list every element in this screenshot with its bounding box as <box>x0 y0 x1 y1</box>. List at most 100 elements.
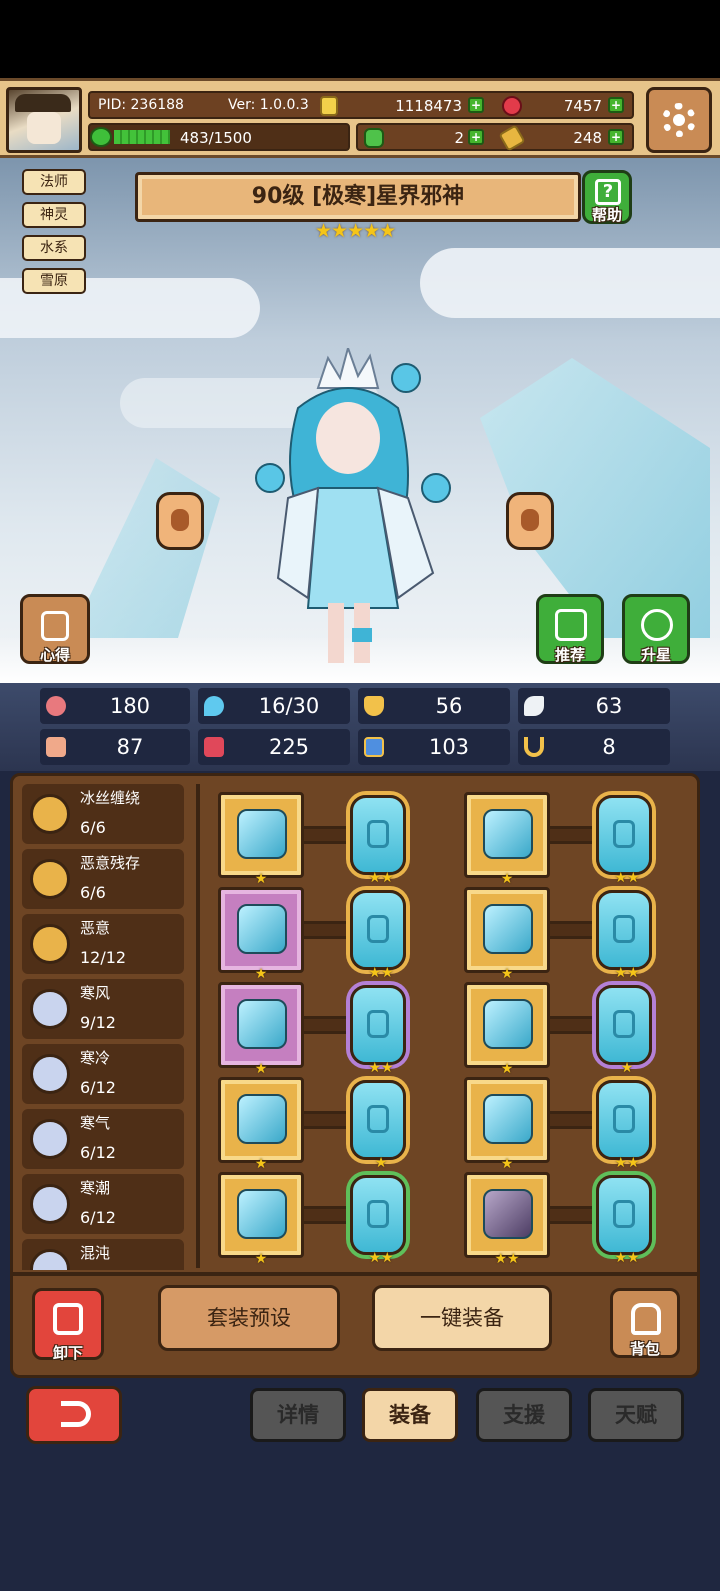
set-medal-icon <box>30 1054 70 1094</box>
gem-slot[interactable]: ★★ <box>350 1175 406 1266</box>
set-item[interactable]: 寒风 9/12 <box>22 979 184 1039</box>
player-avatar[interactable] <box>6 87 82 153</box>
question-icon: ? <box>595 179 621 205</box>
set-medal-icon <box>30 1119 70 1159</box>
hero-stats: 180 16/30 56 63 87 225 103 8 <box>0 683 720 771</box>
stat-luck: 8 <box>518 729 670 765</box>
gem-slot[interactable]: ★★ <box>350 890 406 981</box>
stat-defense: 56 <box>358 688 510 724</box>
insight-button[interactable]: 心得 <box>20 594 90 664</box>
set-bonus-list[interactable]: 冰丝缠绕 6/6 恶意残存 6/6 恶意 12/12 寒风 9/12 寒冷 6/12 寒气… <box>22 784 188 1270</box>
rune-left-icon[interactable] <box>156 492 204 550</box>
star-icon <box>641 609 673 641</box>
equip-slot-boots[interactable]: ★★ <box>464 1172 550 1267</box>
hood-icon <box>483 809 533 859</box>
gem-slot[interactable]: ★★ <box>596 1175 652 1266</box>
tag-mage: 法师 <box>22 169 86 195</box>
game-version: Ver: 1.0.0.3 <box>228 97 309 113</box>
back-button[interactable] <box>26 1386 122 1444</box>
robe-icon <box>483 904 533 954</box>
set-item[interactable]: 寒冷 6/12 <box>22 1044 184 1104</box>
equip-slot-gloves[interactable]: ★ <box>464 982 550 1077</box>
tag-deity: 神灵 <box>22 202 86 228</box>
gem-slot[interactable]: ★★ <box>596 1080 652 1171</box>
add-clover-button[interactable]: + <box>468 129 484 145</box>
set-medal-icon <box>30 989 70 1029</box>
tag-water: 水系 <box>22 235 86 261</box>
equip-slot-accessory[interactable]: ★ <box>218 1172 304 1267</box>
tab-details[interactable]: 详情 <box>250 1388 346 1442</box>
add-gem-button[interactable]: + <box>608 97 624 113</box>
boots-icon <box>483 1189 533 1239</box>
stat-attack: 87 <box>40 729 190 765</box>
stat-hp: 180 <box>40 688 190 724</box>
gem-slot[interactable]: ★★ <box>350 985 406 1076</box>
gem-slot[interactable]: ★★ <box>596 890 652 981</box>
tab-support[interactable]: 支援 <box>476 1388 572 1442</box>
settings-button[interactable] <box>646 87 712 153</box>
gem-rune-icon <box>367 1200 389 1228</box>
gem-rune-icon <box>367 1010 389 1038</box>
equip-slot-necklace[interactable]: ★ <box>218 982 304 1077</box>
star-up-button[interactable]: 升星 <box>622 594 690 664</box>
gem-slot[interactable]: ★★ <box>350 795 406 886</box>
info-bar: PID: 236188 Ver: 1.0.0.3 1118473 + 7457 … <box>88 91 634 119</box>
ice-goddess-sprite <box>255 344 451 663</box>
staff-icon <box>237 809 287 859</box>
top-resource-bar: PID: 236188 Ver: 1.0.0.3 1118473 + 7457 … <box>0 78 720 158</box>
set-item[interactable]: 恶意 12/12 <box>22 914 184 974</box>
help-label: 帮助 <box>591 206 622 224</box>
tab-equip[interactable]: 装备 <box>362 1388 458 1442</box>
gem-rune-icon <box>613 915 635 943</box>
set-item[interactable]: 恶意残存 6/6 <box>22 849 184 909</box>
gem-rune-icon <box>613 1010 635 1038</box>
backpack-icon <box>631 1303 661 1335</box>
equip-slot-ring[interactable]: ★ <box>218 1077 304 1172</box>
set-medal-icon <box>30 859 70 899</box>
set-medal-icon <box>30 1184 70 1224</box>
one-key-equip-button[interactable]: 一键装备 <box>372 1285 552 1351</box>
rune-right-icon[interactable] <box>506 492 554 550</box>
tab-talent[interactable]: 天赋 <box>588 1388 684 1442</box>
recommend-button[interactable]: 推荐 <box>536 594 604 664</box>
help-button[interactable]: ? 帮助 <box>582 170 632 224</box>
gem-slot[interactable]: ★★ <box>596 795 652 886</box>
return-arrow-icon <box>61 1401 91 1427</box>
hero-title-banner: 90级 [极寒]星界邪神 <box>135 172 581 222</box>
tag-snowfield: 雪原 <box>22 268 86 294</box>
gem-slot[interactable]: ★ <box>596 985 652 1076</box>
set-medal-icon <box>30 924 70 964</box>
ruby-gem-icon <box>502 96 522 116</box>
set-item[interactable]: 寒气 6/12 <box>22 1109 184 1169</box>
equip-slot-helmet[interactable]: ★ <box>464 792 550 887</box>
equip-slot-belt[interactable]: ★ <box>464 1077 550 1172</box>
set-item[interactable]: 寒潮 6/12 <box>22 1174 184 1234</box>
gem-rune-icon <box>367 820 389 848</box>
ice-ring-icon <box>237 1189 287 1239</box>
shield-icon <box>364 696 384 716</box>
set-medal-icon <box>30 794 70 834</box>
book-icon <box>204 737 224 757</box>
bag-button[interactable]: 背包 <box>610 1288 680 1358</box>
set-medal-icon <box>30 1249 70 1270</box>
gem-rune-icon <box>613 1105 635 1133</box>
insight-label: 心得 <box>39 646 70 664</box>
unequip-button[interactable]: 卸下 <box>32 1288 104 1362</box>
gem-rune-icon <box>613 1200 635 1228</box>
stat-magic: 225 <box>198 729 350 765</box>
set-item[interactable]: 混沌 <box>22 1239 184 1270</box>
gem-slot[interactable]: ★ <box>350 1080 406 1171</box>
set-preset-button[interactable]: 套装预设 <box>158 1285 340 1351</box>
thumbs-up-icon <box>555 609 587 641</box>
clover-icon <box>364 128 384 148</box>
equip-slot-offhand[interactable]: ★ <box>218 887 304 982</box>
equip-slot-armor[interactable]: ★ <box>464 887 550 982</box>
unequip-label: 卸下 <box>52 1344 83 1362</box>
arrow-down-icon <box>53 1303 83 1335</box>
add-gold-button[interactable]: + <box>468 97 484 113</box>
equip-slot-weapon[interactable]: ★ <box>218 792 304 887</box>
set-item[interactable]: 冰丝缠绕 6/6 <box>22 784 184 844</box>
scroll-amount: 248 <box>573 129 602 147</box>
add-scroll-button[interactable]: + <box>608 129 624 145</box>
fist-icon <box>46 737 66 757</box>
